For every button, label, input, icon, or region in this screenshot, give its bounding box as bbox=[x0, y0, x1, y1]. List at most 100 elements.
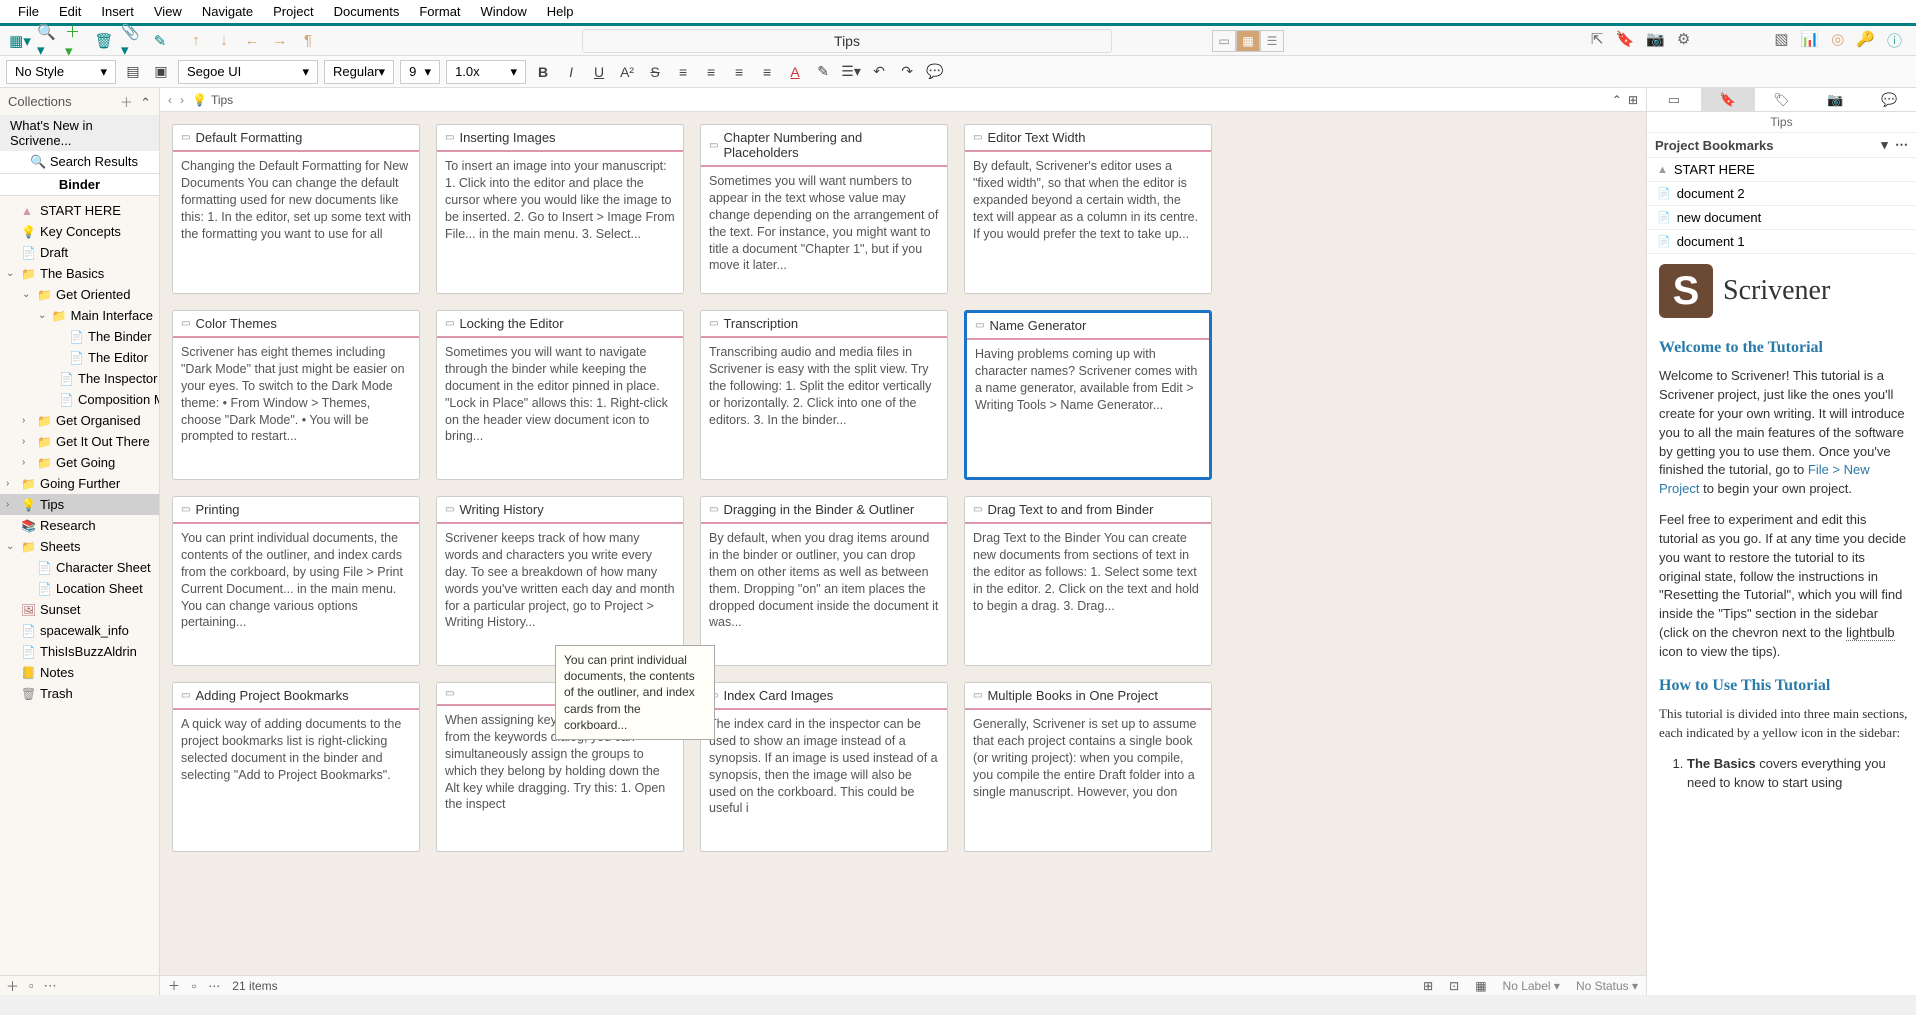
attach-icon[interactable]: 📎▾ bbox=[121, 30, 143, 52]
binder-item[interactable]: 📒Notes bbox=[0, 662, 159, 683]
index-card[interactable]: ▭PrintingYou can print individual docume… bbox=[172, 496, 420, 666]
card-synopsis[interactable]: Drag Text to the Binder You can create n… bbox=[965, 524, 1211, 620]
binder-item[interactable]: 📄ThisIsBuzzAldrin bbox=[0, 641, 159, 662]
arrow-down-icon[interactable]: ↓ bbox=[213, 30, 235, 52]
collection-search-results[interactable]: 🔍 Search Results bbox=[0, 151, 159, 173]
index-card[interactable]: ▭Locking the EditorSometimes you will wa… bbox=[436, 310, 684, 480]
insp-tab-metadata-icon[interactable]: 🏷 bbox=[1755, 88, 1809, 111]
align-center-icon[interactable]: ≡ bbox=[700, 61, 722, 83]
footer-add-icon[interactable]: ＋ bbox=[168, 977, 180, 994]
copy-format-icon[interactable]: ▤ bbox=[122, 61, 144, 83]
superscript-icon[interactable]: A² bbox=[616, 61, 638, 83]
card-synopsis[interactable]: By default, Scrivener's editor uses a "f… bbox=[965, 152, 1211, 248]
index-card[interactable]: ▭Color ThemesScrivener has eight themes … bbox=[172, 310, 420, 480]
new-doc-icon[interactable]: ▦▾ bbox=[9, 30, 31, 52]
insp-tab-comments-icon[interactable]: 💬 bbox=[1862, 88, 1916, 111]
binder-item[interactable]: ›📁Going Further bbox=[0, 473, 159, 494]
card-synopsis[interactable]: Scrivener keeps track of how many words … bbox=[437, 524, 683, 637]
index-card[interactable]: ▭Multiple Books in One ProjectGenerally,… bbox=[964, 682, 1212, 852]
binder-item[interactable]: 📄Character Sheet bbox=[0, 557, 159, 578]
highlight-icon[interactable]: ✎ bbox=[812, 61, 834, 83]
trash-icon[interactable]: 🗑 bbox=[93, 30, 115, 52]
view-corkboard-icon[interactable]: ▦ bbox=[1236, 30, 1260, 52]
insp-tab-notes-icon[interactable]: ▭ bbox=[1647, 88, 1701, 111]
menu-file[interactable]: File bbox=[8, 0, 49, 23]
binder-item[interactable]: 📄Draft bbox=[0, 242, 159, 263]
search-icon[interactable]: 🔍▾ bbox=[37, 30, 59, 52]
underline-icon[interactable]: U bbox=[588, 61, 610, 83]
card-title[interactable]: ▭Adding Project Bookmarks bbox=[173, 683, 419, 710]
index-card[interactable]: ▭Editor Text WidthBy default, Scrivener'… bbox=[964, 124, 1212, 294]
paste-format-icon[interactable]: ▣ bbox=[150, 61, 172, 83]
card-title[interactable]: ▭Drag Text to and from Binder bbox=[965, 497, 1211, 524]
bookmark-icon[interactable]: 🔖 bbox=[1616, 30, 1635, 51]
edit-icon[interactable]: ✎ bbox=[149, 30, 171, 52]
arrow-left-icon[interactable]: ← bbox=[241, 30, 263, 52]
bookmark-item[interactable]: ▲START HERE bbox=[1647, 158, 1916, 182]
pilcrow-icon[interactable]: ¶ bbox=[297, 30, 319, 52]
card-synopsis[interactable]: Scrivener has eight themes including "Da… bbox=[173, 338, 419, 451]
binder-item[interactable]: 📄spacewalk_info bbox=[0, 620, 159, 641]
nav-back-icon[interactable]: ‹ bbox=[168, 93, 172, 107]
undo-icon[interactable]: ↶ bbox=[868, 61, 890, 83]
spacing-select[interactable]: 1.0x▾ bbox=[446, 60, 526, 84]
bookmark-item[interactable]: 📄document 2 bbox=[1647, 182, 1916, 206]
card-title[interactable]: ▭Multiple Books in One Project bbox=[965, 683, 1211, 710]
card-title[interactable]: ▭Chapter Numbering and Placeholders bbox=[701, 125, 947, 167]
header-split-icon[interactable]: ⊞ bbox=[1628, 93, 1638, 107]
binder-item[interactable]: ›📁Get It Out There bbox=[0, 431, 159, 452]
card-synopsis[interactable]: Sometimes you will want to navigate thro… bbox=[437, 338, 683, 451]
view-single-icon[interactable]: ▭ bbox=[1212, 30, 1236, 52]
card-synopsis[interactable]: You can print individual documents, the … bbox=[173, 524, 419, 637]
index-card[interactable]: ▭Chapter Numbering and PlaceholdersSomet… bbox=[700, 124, 948, 294]
menu-window[interactable]: Window bbox=[471, 0, 537, 23]
size-select[interactable]: 9▾ bbox=[400, 60, 440, 84]
menu-help[interactable]: Help bbox=[537, 0, 584, 23]
card-synopsis[interactable]: The index card in the inspector can be u… bbox=[701, 710, 947, 823]
card-title[interactable]: ▭Printing bbox=[173, 497, 419, 524]
binder-opt-icon[interactable]: ▫ bbox=[29, 978, 34, 993]
comment-icon[interactable]: 💬 bbox=[924, 61, 946, 83]
bookmark-more-icon[interactable]: ⋯ bbox=[1895, 137, 1908, 152]
bold-icon[interactable]: B bbox=[532, 61, 554, 83]
collection-binder[interactable]: Binder bbox=[0, 173, 159, 196]
key-icon[interactable]: 🔑 bbox=[1856, 30, 1875, 51]
text-color-icon[interactable]: A bbox=[784, 61, 806, 83]
label-dropdown[interactable]: No Label ▾ bbox=[1503, 979, 1560, 993]
binder-item[interactable]: ›📁Get Organised bbox=[0, 410, 159, 431]
menu-edit[interactable]: Edit bbox=[49, 0, 91, 23]
nav-fwd-icon[interactable]: › bbox=[180, 93, 184, 107]
card-title[interactable]: ▭Inserting Images bbox=[437, 125, 683, 152]
bookmark-item[interactable]: 📄new document bbox=[1647, 206, 1916, 230]
card-synopsis[interactable]: Changing the Default Formatting for New … bbox=[173, 152, 419, 248]
binder-item[interactable]: 🖼Sunset bbox=[0, 599, 159, 620]
card-synopsis[interactable]: By default, when you drag items around i… bbox=[701, 524, 947, 637]
style-select[interactable]: No Style▾ bbox=[6, 60, 116, 84]
card-synopsis[interactable]: Sometimes you will want numbers to appea… bbox=[701, 167, 947, 280]
redo-icon[interactable]: ↷ bbox=[896, 61, 918, 83]
compile-icon[interactable]: ⇱ bbox=[1591, 30, 1604, 51]
align-right-icon[interactable]: ≡ bbox=[728, 61, 750, 83]
insp-tab-bookmarks-icon[interactable]: 🔖 bbox=[1701, 88, 1755, 111]
header-up-icon[interactable]: ⌃ bbox=[1612, 93, 1622, 107]
menu-documents[interactable]: Documents bbox=[324, 0, 410, 23]
add-icon[interactable]: ＋▾ bbox=[65, 30, 87, 52]
binder-item[interactable]: ▲START HERE bbox=[0, 200, 159, 221]
index-card[interactable]: ▭Adding Project BookmarksA quick way of … bbox=[172, 682, 420, 852]
collapse-collection-icon[interactable]: ⌃ bbox=[140, 95, 151, 110]
menu-insert[interactable]: Insert bbox=[91, 0, 144, 23]
card-title[interactable]: ▭Default Formatting bbox=[173, 125, 419, 152]
card-title[interactable]: ▭Name Generator bbox=[967, 313, 1209, 340]
breadcrumb[interactable]: 💡Tips bbox=[192, 93, 233, 107]
card-title[interactable]: ▭Color Themes bbox=[173, 311, 419, 338]
binder-item[interactable]: ›📁Get Going bbox=[0, 452, 159, 473]
binder-item[interactable]: ⌄📁The Basics bbox=[0, 263, 159, 284]
card-title[interactable]: ▭Transcription bbox=[701, 311, 947, 338]
index-card[interactable]: ▭TranscriptionTranscribing audio and med… bbox=[700, 310, 948, 480]
card-synopsis[interactable]: Having problems coming up with character… bbox=[967, 340, 1209, 420]
binder-more-icon[interactable]: ⋯ bbox=[44, 978, 57, 994]
binder-item[interactable]: 💡Key Concepts bbox=[0, 221, 159, 242]
menu-navigate[interactable]: Navigate bbox=[192, 0, 263, 23]
footer-opt-icon[interactable]: ▫ bbox=[192, 979, 196, 993]
insp-tab-snapshots-icon[interactable]: 📷 bbox=[1808, 88, 1862, 111]
